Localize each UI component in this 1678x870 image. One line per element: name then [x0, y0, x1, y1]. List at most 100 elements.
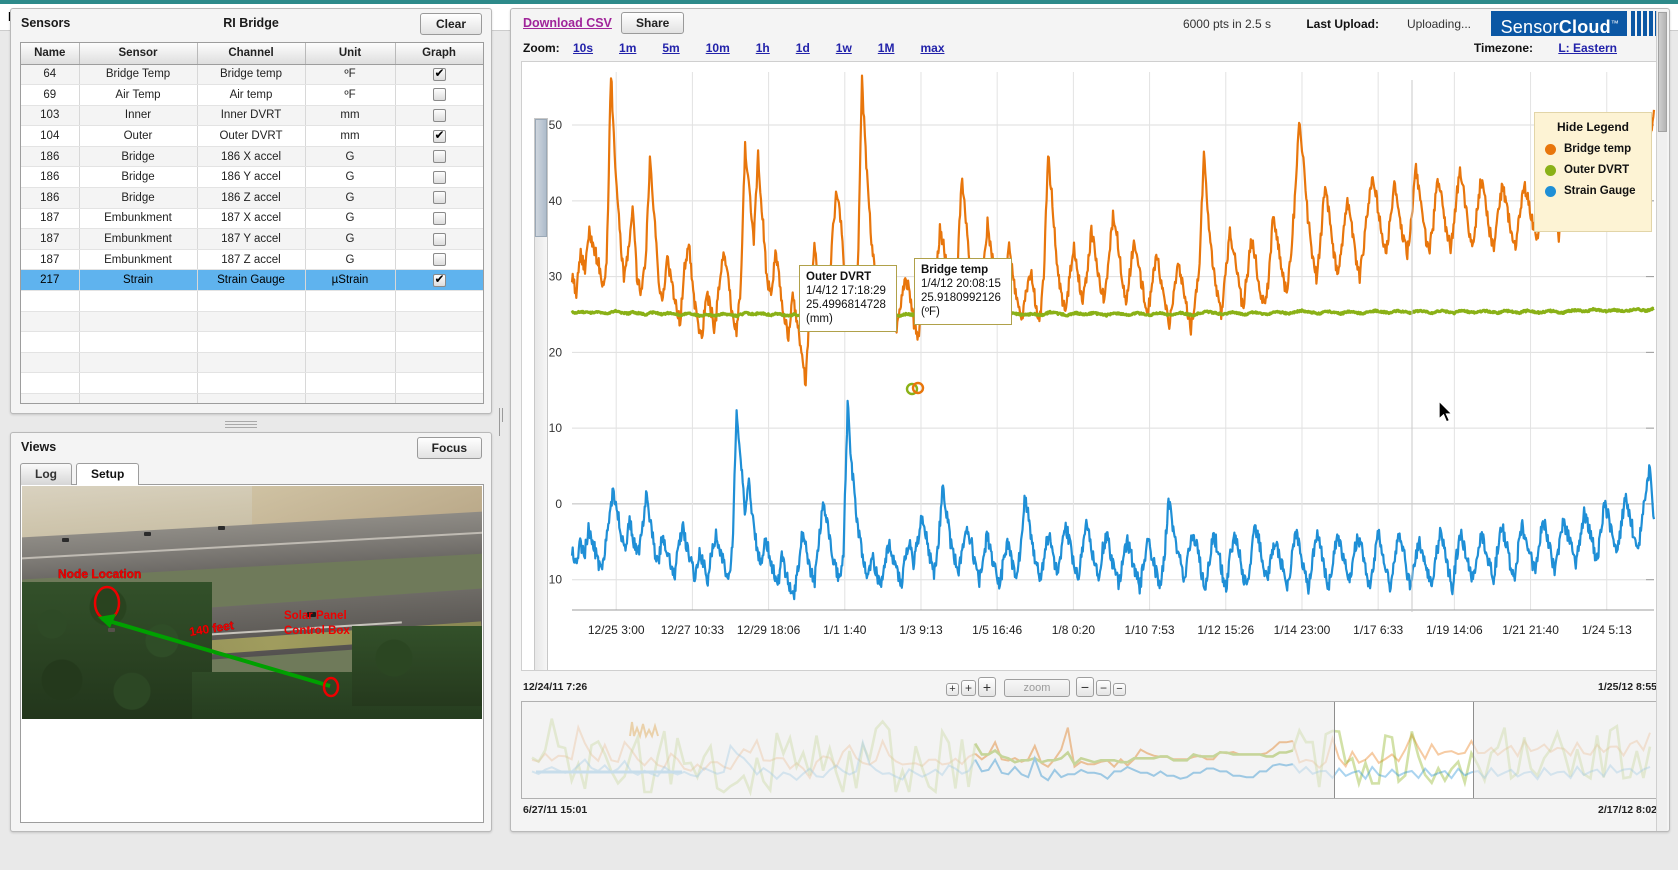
- horizontal-resize-grip[interactable]: [225, 421, 257, 428]
- cell-name: 186: [21, 146, 80, 168]
- graph-checkbox[interactable]: [432, 108, 446, 122]
- zoom-preset-max[interactable]: max: [920, 41, 944, 55]
- table-row[interactable]: 69 Air Temp Air temp ºF: [21, 84, 483, 106]
- col-header-channel[interactable]: Channel: [197, 43, 306, 65]
- col-header-graph[interactable]: Graph: [395, 43, 483, 65]
- zoom-preset-10m[interactable]: 10m: [706, 41, 730, 55]
- zoom-out-small-button[interactable]: −: [1113, 682, 1126, 696]
- graph-checkbox[interactable]: [432, 253, 446, 267]
- cell-channel: 187 Y accel: [197, 228, 306, 250]
- table-row[interactable]: 186 Bridge 186 Y accel G: [21, 166, 483, 189]
- last-upload-value: Uploading...: [1406, 17, 1471, 31]
- cell-empty: [197, 290, 306, 312]
- cell-unit: G: [305, 187, 396, 209]
- cell-sensor: Inner: [79, 105, 198, 127]
- table-row[interactable]: 104 Outer Outer DVRT mm: [21, 125, 483, 147]
- cell-empty: [197, 393, 306, 403]
- legend-color-dot-icon: [1545, 164, 1556, 176]
- table-row[interactable]: 187 Embunkment 187 Y accel G: [21, 228, 483, 250]
- col-header-unit[interactable]: Unit: [305, 43, 396, 65]
- chart-overview-strip[interactable]: [521, 701, 1661, 799]
- table-row-empty: [21, 290, 483, 312]
- table-row[interactable]: 217 Strain Strain Gauge µStrain: [21, 269, 483, 292]
- cell-empty: [395, 311, 483, 333]
- cell-name: 187: [21, 249, 80, 271]
- zoom-preset-5m[interactable]: 5m: [662, 41, 679, 55]
- zoom-out-medium-button[interactable]: −: [1096, 680, 1111, 696]
- zoom-preset-1m[interactable]: 1m: [619, 41, 636, 55]
- sensors-table: Name Sensor Channel Unit Graph 64 Bridge …: [21, 43, 483, 403]
- overview-shade-right: [1474, 702, 1660, 798]
- x-tick-label: 12/25 3:00: [588, 623, 645, 637]
- graph-checkbox[interactable]: [432, 66, 446, 81]
- graph-checkbox[interactable]: [432, 170, 446, 184]
- download-csv-link[interactable]: Download CSV: [523, 16, 612, 30]
- table-row[interactable]: 187 Embunkment 187 Z accel G: [21, 249, 483, 271]
- legend-color-dot-icon: [1545, 143, 1556, 155]
- tab-setup[interactable]: Setup: [76, 463, 140, 485]
- views-content: Node Location 140 feet Solar Panel Contr…: [20, 485, 484, 823]
- legend-item-bridge-temp[interactable]: Bridge temp: [1545, 143, 1651, 155]
- cell-unit: G: [305, 166, 396, 189]
- zoom-in-small-button[interactable]: +: [946, 682, 959, 696]
- table-row[interactable]: 186 Bridge 186 X accel G: [21, 146, 483, 168]
- clear-button[interactable]: Clear: [420, 13, 482, 35]
- graph-checkbox[interactable]: [432, 150, 446, 164]
- cell-graph: [395, 269, 483, 292]
- cell-empty: [21, 352, 80, 374]
- cell-empty: [79, 331, 198, 353]
- cell-empty: [305, 311, 396, 333]
- nav-range-start: 12/24/11 7:26: [523, 681, 588, 693]
- hide-legend-button[interactable]: Hide Legend: [1535, 120, 1651, 134]
- zoom-in-medium-button[interactable]: +: [961, 680, 976, 696]
- legend-item-outer-dvrt[interactable]: Outer DVRT: [1545, 164, 1651, 176]
- table-row[interactable]: 64 Bridge Temp Bridge temp ºF: [21, 64, 483, 86]
- table-row[interactable]: 187 Embunkment 187 X accel G: [21, 208, 483, 230]
- focus-button[interactable]: Focus: [416, 437, 482, 459]
- legend-item-strain-gauge[interactable]: Strain Gauge: [1545, 185, 1651, 197]
- graph-checkbox[interactable]: [432, 191, 446, 205]
- cell-channel: 186 Y accel: [197, 166, 306, 189]
- graph-checkbox[interactable]: [432, 272, 446, 287]
- legend-color-dot-icon: [1545, 185, 1556, 197]
- graph-checkbox[interactable]: [432, 211, 446, 225]
- cell-empty: [197, 311, 306, 333]
- chart-vertical-scrollbar[interactable]: [534, 118, 548, 670]
- zoom-buttons-group: + + + zoom − − −: [946, 676, 1128, 697]
- table-row[interactable]: 186 Bridge 186 Z accel G: [21, 187, 483, 209]
- sensors-table-container[interactable]: Name Sensor Channel Unit Graph 64 Bridge …: [20, 42, 484, 404]
- scrollbar-thumb[interactable]: [1658, 12, 1667, 132]
- scrollbar-thumb[interactable]: [535, 119, 547, 237]
- zoom-out-large-button[interactable]: −: [1076, 677, 1094, 697]
- series-line-bridge-temp: [570, 74, 1656, 387]
- overview-range-end: 2/17/12 8:02: [1598, 804, 1657, 816]
- graph-checkbox[interactable]: [432, 128, 446, 143]
- cell-graph: [395, 187, 483, 209]
- vertical-splitter[interactable]: [497, 8, 507, 832]
- zoom-preset-10s[interactable]: 10s: [573, 41, 593, 55]
- zoom-preset-1M[interactable]: 1M: [878, 41, 895, 55]
- zoom-preset-1w[interactable]: 1w: [836, 41, 852, 55]
- zoom-preset-1d[interactable]: 1d: [796, 41, 810, 55]
- chart-plot-area[interactable]: 50 40 30 20 10 0 -10 12/25 3:00 12/27 10:33 12/2…: [521, 61, 1661, 671]
- panel-vertical-scrollbar[interactable]: [1656, 11, 1667, 831]
- col-header-sensor[interactable]: Sensor: [79, 43, 198, 65]
- timezone-value[interactable]: L: Eastern: [1558, 41, 1617, 55]
- tooltip-bridge-temp: Bridge temp 1/4/12 20:08:15 25.918099212…: [914, 258, 1012, 325]
- cell-name: 186: [21, 166, 80, 189]
- overview-selection-window[interactable]: [1334, 702, 1474, 798]
- graph-checkbox[interactable]: [432, 232, 446, 246]
- graph-checkbox[interactable]: [432, 88, 446, 102]
- x-tick-label: 12/27 10:33: [661, 623, 725, 637]
- tooltip-unit: (mm): [806, 313, 833, 325]
- cell-graph: [395, 146, 483, 168]
- col-header-name[interactable]: Name: [21, 43, 80, 65]
- zoom-preset-1h[interactable]: 1h: [756, 41, 770, 55]
- series-line-outer-dvrt: [570, 306, 1655, 319]
- cell-sensor: Strain: [79, 269, 198, 292]
- table-row[interactable]: 103 Inner Inner DVRT mm: [21, 105, 483, 127]
- zoom-in-large-button[interactable]: +: [978, 677, 996, 697]
- share-button[interactable]: Share: [621, 12, 685, 34]
- tab-log[interactable]: Log: [20, 463, 72, 485]
- chart-legend[interactable]: Hide Legend Bridge temp Outer DVRT Strai…: [1534, 112, 1652, 232]
